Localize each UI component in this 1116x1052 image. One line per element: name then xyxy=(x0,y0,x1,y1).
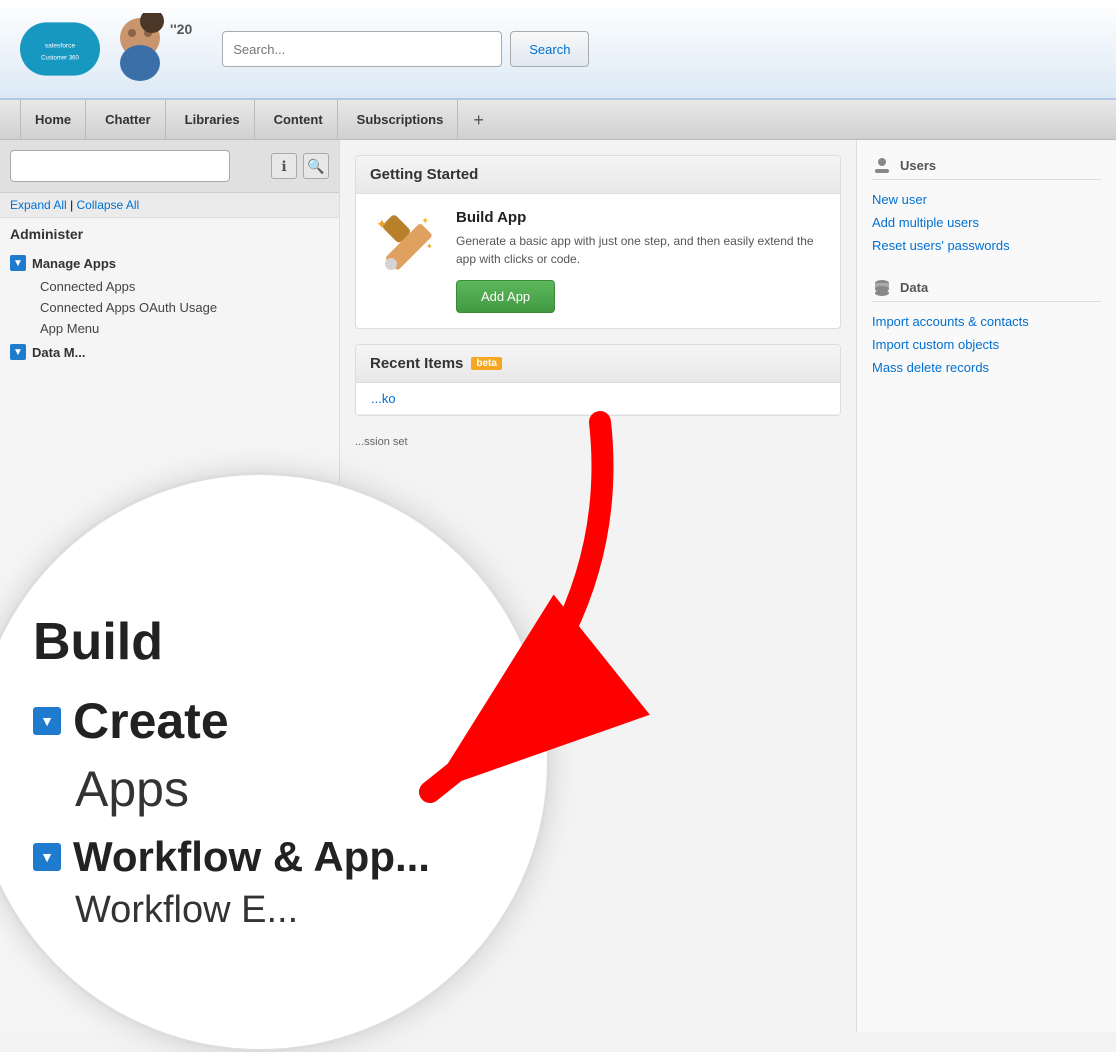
getting-started-section: Getting Started ✦ ✦ ✦ Build App Generate… xyxy=(355,155,841,329)
add-multiple-users-link[interactable]: Add multiple users xyxy=(872,211,1101,234)
sidebar-search-input[interactable]: Apps xyxy=(10,150,230,182)
import-custom-objects-link[interactable]: Import custom objects xyxy=(872,333,1101,356)
nav-home[interactable]: Home xyxy=(20,100,86,140)
zoom-workflow-text: Workflow & App... xyxy=(73,833,430,881)
mascot xyxy=(110,13,170,86)
users-section-title: Users xyxy=(872,155,1101,180)
search-input[interactable] xyxy=(222,31,502,67)
recent-items-title-row: Recent Items beta xyxy=(370,355,826,372)
build-app-card: ✦ ✦ ✦ Build App Generate a basic app wit… xyxy=(356,194,840,328)
connected-apps-oauth-link[interactable]: Connected Apps OAuth Usage xyxy=(30,297,339,318)
app-menu-link[interactable]: App Menu xyxy=(30,318,339,339)
connected-apps-link[interactable]: Connected Apps xyxy=(30,276,339,297)
svg-text:✦: ✦ xyxy=(376,216,388,232)
users-section: Users New user Add multiple users Reset … xyxy=(872,155,1101,257)
getting-started-header: Getting Started xyxy=(356,156,840,194)
zoom-create-toggle: ▼ xyxy=(33,707,61,735)
new-user-link[interactable]: New user xyxy=(872,188,1101,211)
nav-chatter[interactable]: Chatter xyxy=(91,100,166,140)
expand-collapse-bar: Expand All | Collapse All xyxy=(0,193,339,218)
add-app-button[interactable]: Add App xyxy=(456,280,555,313)
sidebar-search-icons: ℹ 🔍 xyxy=(271,153,329,179)
nav-content[interactable]: Content xyxy=(260,100,338,140)
manage-apps-toggle: ▼ xyxy=(10,255,26,271)
session-text: ...ssion set xyxy=(340,431,856,453)
mass-delete-records-link[interactable]: Mass delete records xyxy=(872,356,1101,379)
svg-text:✦: ✦ xyxy=(426,242,433,251)
beta-badge: beta xyxy=(471,357,502,370)
administer-title: Administer xyxy=(0,218,339,250)
build-app-text: Build App Generate a basic app with just… xyxy=(456,209,825,313)
zoom-workflow-row: ▼ Workflow & App... xyxy=(33,833,497,881)
zoom-apps-text: Apps xyxy=(33,760,497,818)
svg-text:Customer 360: Customer 360 xyxy=(41,56,79,62)
reset-passwords-link[interactable]: Reset users' passwords xyxy=(872,234,1101,257)
users-icon xyxy=(872,155,892,175)
data-m-toggle: ▼ xyxy=(10,344,26,360)
manage-apps-items: Connected Apps Connected Apps OAuth Usag… xyxy=(0,276,339,339)
zoom-build-text: Build xyxy=(33,612,497,672)
nav-libraries[interactable]: Libraries xyxy=(171,100,255,140)
collapse-all-link[interactable]: Collapse All xyxy=(77,198,140,212)
data-m-group[interactable]: ▼ Data M... xyxy=(0,339,339,365)
svg-text:salesforce: salesforce xyxy=(45,43,76,50)
sidebar-search-bar: Apps ℹ 🔍 xyxy=(0,140,339,193)
build-app-icon: ✦ ✦ ✦ xyxy=(371,209,441,279)
sidebar-search-icon[interactable]: 🔍 xyxy=(303,153,329,179)
salesforce-logo: salesforce Customer 360 xyxy=(20,19,100,79)
manage-apps-label: Manage Apps xyxy=(32,256,116,271)
data-m-label: Data M... xyxy=(32,345,85,360)
year-badge: ''20 xyxy=(170,21,192,37)
expand-all-link[interactable]: Expand All xyxy=(10,198,67,212)
logo-area: salesforce Customer 360 ''20 xyxy=(20,13,192,86)
getting-started-title: Getting Started xyxy=(370,166,478,183)
recent-item-0[interactable]: ...ko xyxy=(356,383,840,415)
data-section: Data Import accounts & contacts Import c… xyxy=(872,277,1101,379)
nav-subscriptions[interactable]: Subscriptions xyxy=(343,100,459,140)
zoom-workflow-toggle: ▼ xyxy=(33,843,61,871)
nav-add-button[interactable]: + xyxy=(463,100,494,140)
zoom-create-text: Create xyxy=(73,692,229,750)
manage-apps-group[interactable]: ▼ Manage Apps xyxy=(0,250,339,276)
data-section-title: Data xyxy=(872,277,1101,302)
zoom-create-row: ▼ Create xyxy=(33,692,497,750)
data-icon xyxy=(872,277,892,297)
users-title: Users xyxy=(900,158,936,173)
search-button[interactable]: Search xyxy=(510,31,589,67)
sidebar-info-icon[interactable]: ℹ xyxy=(271,153,297,179)
recent-items-title: Recent Items xyxy=(370,355,463,372)
header: salesforce Customer 360 ''20 Search xyxy=(0,0,1116,100)
build-app-desc: Generate a basic app with just one step,… xyxy=(456,232,825,268)
import-accounts-contacts-link[interactable]: Import accounts & contacts xyxy=(872,310,1101,333)
zoom-workflow-sub-text: Workflow E... xyxy=(33,889,497,932)
recent-items-header: Recent Items beta xyxy=(356,345,840,383)
svg-text:✦: ✦ xyxy=(421,216,429,227)
build-app-title: Build App xyxy=(456,209,825,226)
recent-items-section: Recent Items beta ...ko xyxy=(355,344,841,416)
data-title: Data xyxy=(900,280,928,295)
navbar: Home Chatter Libraries Content Subscript… xyxy=(0,100,1116,140)
search-area: Search xyxy=(222,31,589,67)
right-column: Users New user Add multiple users Reset … xyxy=(856,140,1116,1032)
